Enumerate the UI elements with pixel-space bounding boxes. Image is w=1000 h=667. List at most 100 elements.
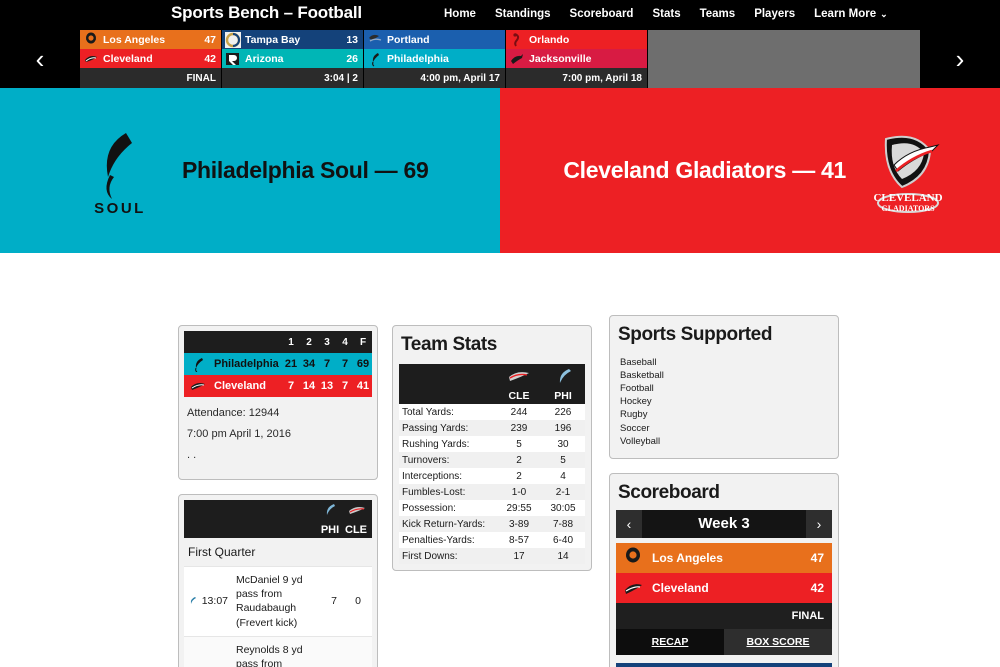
ticker-game-status: FINAL <box>80 68 221 88</box>
ticker-team-name: Philadelphia <box>387 52 449 65</box>
team-stats-row: First Downs: 17 14 <box>399 548 585 564</box>
ticker-game[interactable]: Orlando Jacksonville 7:00 pm, April 18 <box>506 30 648 88</box>
team-logo-icon <box>506 367 532 385</box>
sports-supported-card: Sports Supported Baseball Basketball Foo… <box>609 315 839 459</box>
stat-value-phi: 30:05 <box>550 502 576 514</box>
nav-item-players[interactable]: Players <box>754 8 795 20</box>
ticker-next-button[interactable]: › <box>920 30 1000 88</box>
stat-value-cle: 244 <box>510 406 528 418</box>
ticker-game[interactable]: Tampa Bay 13 Arizona 26 3:04 | 2 <box>222 30 364 88</box>
ticker-away-row: Los Angeles 47 <box>80 30 221 49</box>
linescore-team-header <box>184 331 282 353</box>
scoring-play-home-score: 0 <box>355 595 361 608</box>
ticker-home-row: Cleveland 42 <box>80 49 221 68</box>
sports-item-volleyball[interactable]: Volleyball <box>620 435 828 448</box>
ticker-game[interactable]: Portland Philadelphia 4:00 pm, April 17 <box>364 30 506 88</box>
ticker-team-name: Los Angeles <box>103 33 166 46</box>
abbr-away: PHI <box>320 524 340 536</box>
nav-item-scoreboard[interactable]: Scoreboard <box>570 8 634 20</box>
stat-value-cle: 29:55 <box>506 502 532 514</box>
ticker-team-name: Arizona <box>245 52 284 65</box>
scoring-plays-quarter-label: First Quarter <box>188 545 256 559</box>
stat-label: Interceptions: <box>402 470 463 482</box>
scoreboard-home-row[interactable]: Cleveland 42 <box>616 572 832 603</box>
linescore-value: 7 <box>341 358 349 370</box>
ticker-team-score: 42 <box>204 52 216 65</box>
team-stats-col-phi: PHI <box>541 364 585 404</box>
sports-item-soccer[interactable]: Soccer <box>620 422 828 435</box>
scoreboard-game: Tampa Bay 13 <box>616 662 832 667</box>
scoring-play-away-score: 7 <box>331 595 337 608</box>
nav-item-stats[interactable]: Stats <box>652 8 680 20</box>
left-column: 1 2 3 4 F Philadelphia 21 34 7 7 69 Clev… <box>178 325 378 667</box>
stat-label: Penalties-Yards: <box>402 534 475 546</box>
stat-label: Fumbles-Lost: <box>402 486 466 498</box>
linescore-row-philadelphia: Philadelphia 21 34 7 7 69 <box>184 353 372 375</box>
team-stats-row: Rushing Yards: 5 30 <box>399 436 585 452</box>
stat-value-cle: 2 <box>516 470 522 482</box>
box-score-link[interactable]: BOX SCORE <box>724 628 832 655</box>
ticker-home-row: Jacksonville <box>506 49 647 68</box>
nav-item-standings[interactable]: Standings <box>495 8 551 20</box>
stat-value-cle: 2 <box>516 454 522 466</box>
scoreboard-widget: Scoreboard ‹ Week 3 › Los Angeles 47 Cle… <box>609 472 839 667</box>
ticker-prev-button[interactable]: ‹ <box>0 30 80 88</box>
game-datetime-text: 7:00 pm April 1, 2016 <box>187 428 291 440</box>
linescore-value: 13 <box>320 380 334 392</box>
scoreboard-away-row[interactable]: Los Angeles 47 <box>616 542 832 573</box>
team-stats-title: Team Stats <box>401 334 497 355</box>
linescore-extra-text: . . <box>187 449 197 461</box>
ticker-game[interactable]: Los Angeles 47 Cleveland 42 FINAL <box>80 30 222 88</box>
hero-home-text: Cleveland Gladiators — 41 <box>563 157 846 183</box>
sports-item-hockey[interactable]: Hockey <box>620 395 828 408</box>
linescore-row-cleveland: Cleveland 7 14 13 7 41 <box>184 375 372 397</box>
ticker-track: Los Angeles 47 Cleveland 42 FINAL Tampa … <box>80 30 920 88</box>
scoreboard-team-name: Los Angeles <box>652 550 723 565</box>
hero-away-team: SOUL Philadelphia Soul — 69 <box>0 88 500 253</box>
week-selector: ‹ Week 3 › <box>616 509 832 538</box>
scoring-plays-logos <box>318 502 368 518</box>
sports-item-baseball[interactable]: Baseball <box>620 356 828 369</box>
team-logo-icon <box>550 367 576 385</box>
team-stats-row: Kick Return-Yards: 3-89 7-88 <box>399 516 585 532</box>
nav-item-home[interactable]: Home <box>444 8 476 20</box>
scoring-play-description: McDaniel 9 yd pass from Raudabaugh (Frev… <box>236 574 303 629</box>
team-logo-icon <box>346 502 368 518</box>
team-logo-icon <box>225 31 241 48</box>
sports-item-basketball[interactable]: Basketball <box>620 369 828 382</box>
nav-item-teams[interactable]: Teams <box>700 8 736 20</box>
sports-item-football[interactable]: Football <box>620 382 828 395</box>
team-logo-icon <box>83 32 99 48</box>
scoring-play-row[interactable]: 13:07 McDaniel 9 yd pass from Raudabaugh… <box>184 566 372 636</box>
team-logo-icon <box>509 51 525 67</box>
sports-supported-title: Sports Supported <box>618 324 773 345</box>
stat-value-cle: 5 <box>516 438 522 450</box>
scoreboard-away-row[interactable]: Tampa Bay 13 <box>616 662 832 667</box>
linescore-table: 1 2 3 4 F Philadelphia 21 34 7 7 69 Clev… <box>184 331 372 397</box>
stat-label: Possession: <box>402 502 456 514</box>
nav-item-learn-more[interactable]: Learn More ⌄ <box>814 8 888 20</box>
svg-text:CLEVELAND: CLEVELAND <box>873 192 942 204</box>
ticker-away-row: Orlando <box>506 30 647 49</box>
recap-link[interactable]: RECAP <box>616 629 724 655</box>
week-next-button[interactable]: › <box>806 509 832 538</box>
team-logo-icon <box>622 577 644 599</box>
team-stats-row: Possession: 29:55 30:05 <box>399 500 585 516</box>
stat-value-phi: 4 <box>560 470 566 482</box>
svg-text:GLADIATORS: GLADIATORS <box>881 204 935 213</box>
scoring-play-row[interactable]: 9:25 Reynolds 8 yd pass from Raudabaugh … <box>184 635 372 667</box>
linescore-value: 7 <box>287 380 295 392</box>
svg-text:SOUL: SOUL <box>94 200 146 217</box>
stat-label: Total Yards: <box>402 406 454 418</box>
nav-item-label: Learn More <box>814 8 877 20</box>
linescore-col-1: 1 <box>288 336 294 348</box>
team-logo-icon <box>188 356 208 372</box>
linescore-value: 7 <box>323 358 331 370</box>
sports-item-rugby[interactable]: Rugby <box>620 408 828 421</box>
philadelphia-soul-logo-icon: SOUL <box>80 125 160 217</box>
site-header: Sports Bench – Football Home Standings S… <box>0 0 1000 30</box>
week-prev-button[interactable]: ‹ <box>616 509 642 538</box>
game-hero-banner: SOUL Philadelphia Soul — 69 Cleveland Gl… <box>0 88 1000 253</box>
linescore-header-row: 1 2 3 4 F <box>184 331 372 353</box>
ticker-team-name: Orlando <box>529 33 570 46</box>
